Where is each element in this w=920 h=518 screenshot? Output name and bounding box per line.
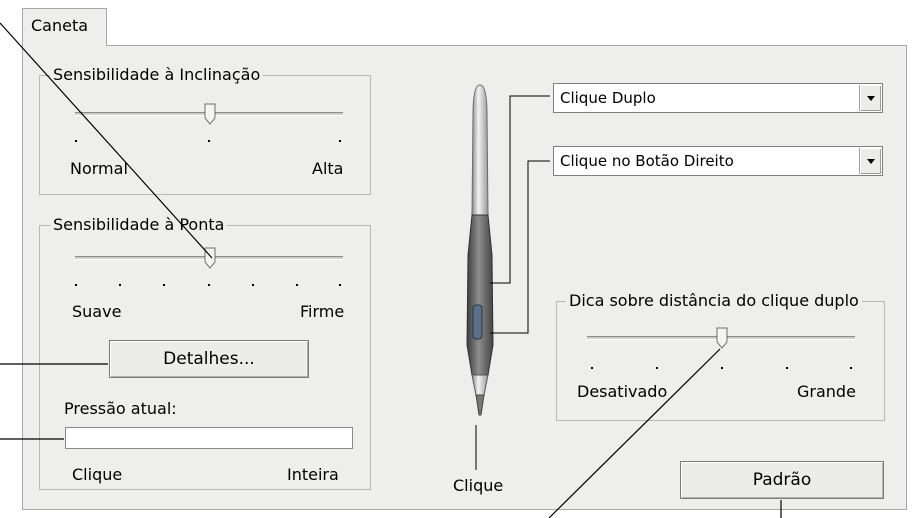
tab-caneta[interactable]: Caneta <box>22 8 107 46</box>
tab-label: Caneta <box>31 16 89 35</box>
annotation-callouts <box>0 22 782 518</box>
